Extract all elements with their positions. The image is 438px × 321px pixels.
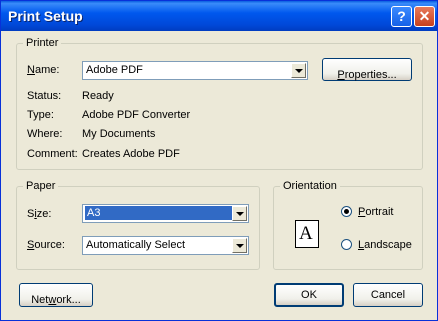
cancel-button[interactable]: Cancel <box>353 283 423 307</box>
cancel-button-label: Cancel <box>370 289 406 301</box>
chevron-down-icon[interactable] <box>291 63 306 78</box>
source-label: Source: <box>27 239 65 251</box>
properties-button-label: Properties... <box>337 69 397 81</box>
chevron-down-icon[interactable] <box>232 238 247 253</box>
type-label: Type: <box>27 109 54 121</box>
paper-source-value: Automatically Select <box>86 239 186 251</box>
paper-size-combo[interactable]: A3 <box>82 204 249 223</box>
comment-label: Comment: <box>27 148 78 160</box>
window-title: Print Setup <box>8 8 83 24</box>
status-label: Status: <box>27 90 62 102</box>
ok-button-label: OK <box>301 289 317 301</box>
title-bar[interactable]: Print Setup ? ✕ <box>1 1 437 31</box>
size-label: Size: <box>27 208 52 220</box>
portrait-page-icon: A <box>295 220 319 248</box>
page-letter-icon: A <box>299 223 313 244</box>
paper-size-value: A3 <box>85 206 232 220</box>
where-label: Where: <box>27 128 63 140</box>
orientation-legend: Orientation <box>280 180 340 192</box>
comment-value: Creates Adobe PDF <box>82 148 180 160</box>
status-value: Ready <box>82 90 114 102</box>
printer-name-combo[interactable]: Adobe PDF <box>82 61 308 80</box>
portrait-radio[interactable] <box>341 206 352 217</box>
paper-source-combo[interactable]: Automatically Select <box>82 236 249 255</box>
chevron-down-icon[interactable] <box>232 206 247 221</box>
name-label: Name: <box>27 64 60 76</box>
paper-group: Paper <box>16 180 260 270</box>
network-button-label: Network... <box>31 294 81 306</box>
printer-name-value: Adobe PDF <box>86 64 143 76</box>
ok-button[interactable]: OK <box>274 283 344 307</box>
properties-button[interactable]: Properties... <box>322 58 412 81</box>
network-button[interactable]: Network... <box>19 283 93 307</box>
close-icon[interactable]: ✕ <box>414 6 435 27</box>
portrait-label[interactable]: Portrait <box>358 206 393 218</box>
where-value: My Documents <box>82 128 156 140</box>
printer-legend: Printer <box>23 37 62 49</box>
help-icon[interactable]: ? <box>391 6 412 27</box>
type-value: Adobe PDF Converter <box>82 109 191 121</box>
print-setup-dialog: Print Setup ? ✕ Printer Name: Adobe PDF … <box>0 0 438 321</box>
landscape-label[interactable]: Landscape <box>358 239 412 251</box>
paper-legend: Paper <box>23 180 59 192</box>
landscape-radio[interactable] <box>341 239 352 250</box>
